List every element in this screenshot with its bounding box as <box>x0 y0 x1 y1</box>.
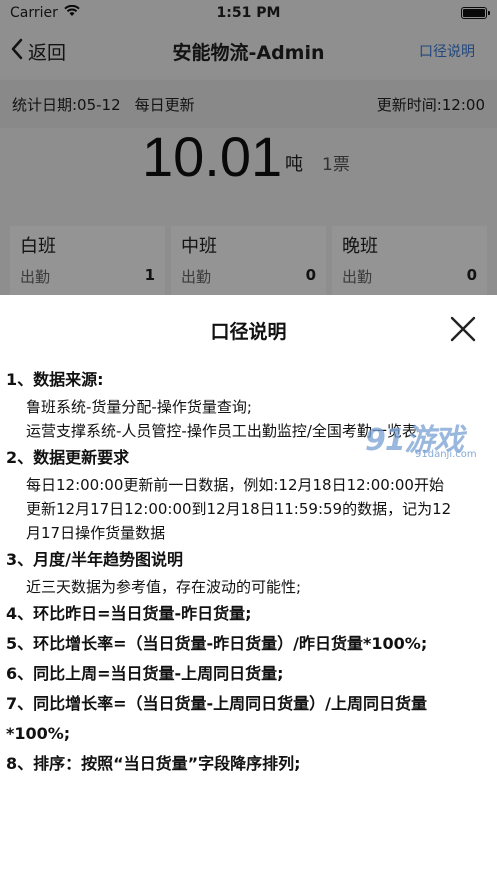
section-line: 每日12:00:00更新前一日数据，例如:12月18日12:00:00开始 <box>26 476 444 494</box>
section-line: 鲁班系统-货量分配-操作货量查询; <box>26 398 252 416</box>
section-line: 运营支撑系统-人员管控-操作员工出勤监控/全国考勤一览表 <box>26 422 417 440</box>
section-title: *100%; <box>6 724 71 743</box>
modal-title: 口径说明 <box>210 321 287 343</box>
section-line: 更新12月17日12:00:00到12月18日11:59:59的数据，记为12 <box>26 500 452 518</box>
close-icon[interactable] <box>449 315 477 343</box>
section-title: 5、环比增长率=（当日货量-昨日货量）/昨日货量*100%; <box>6 634 428 653</box>
section-title: 1、数据来源: <box>6 370 104 389</box>
section-title: 8、排序：按照“当日货量”字段降序排列; <box>6 754 301 773</box>
modal-backdrop[interactable] <box>0 0 497 295</box>
section-title: 4、环比昨日=当日货量-昨日货量; <box>6 604 252 623</box>
section: 1、数据来源: 鲁班系统-货量分配-操作货量查询; 运营支撑系统-人员管控-操作… <box>6 365 487 443</box>
section-title: 6、同比上周=当日货量-上周同日货量; <box>6 664 284 683</box>
section-title: 3、月度/半年趋势图说明 <box>6 550 183 569</box>
section: 2、数据更新要求 每日12:00:00更新前一日数据，例如:12月18日12:0… <box>6 443 487 545</box>
modal-body: 1、数据来源: 鲁班系统-货量分配-操作货量查询; 运营支撑系统-人员管控-操作… <box>6 365 487 779</box>
section-line: 月17日操作货量数据 <box>26 524 166 542</box>
caliber-modal: 口径说明 1、数据来源: 鲁班系统-货量分配-操作货量查询; 运营支撑系统-人员… <box>0 295 497 883</box>
section-title: 7、同比增长率=（当日货量-上周同日货量）/上周同日货量 <box>6 694 428 713</box>
section-line: 近三天数据为参考值，存在波动的可能性; <box>26 578 302 596</box>
section: 3、月度/半年趋势图说明 近三天数据为参考值，存在波动的可能性; <box>6 545 487 599</box>
section-title: 2、数据更新要求 <box>6 448 130 467</box>
